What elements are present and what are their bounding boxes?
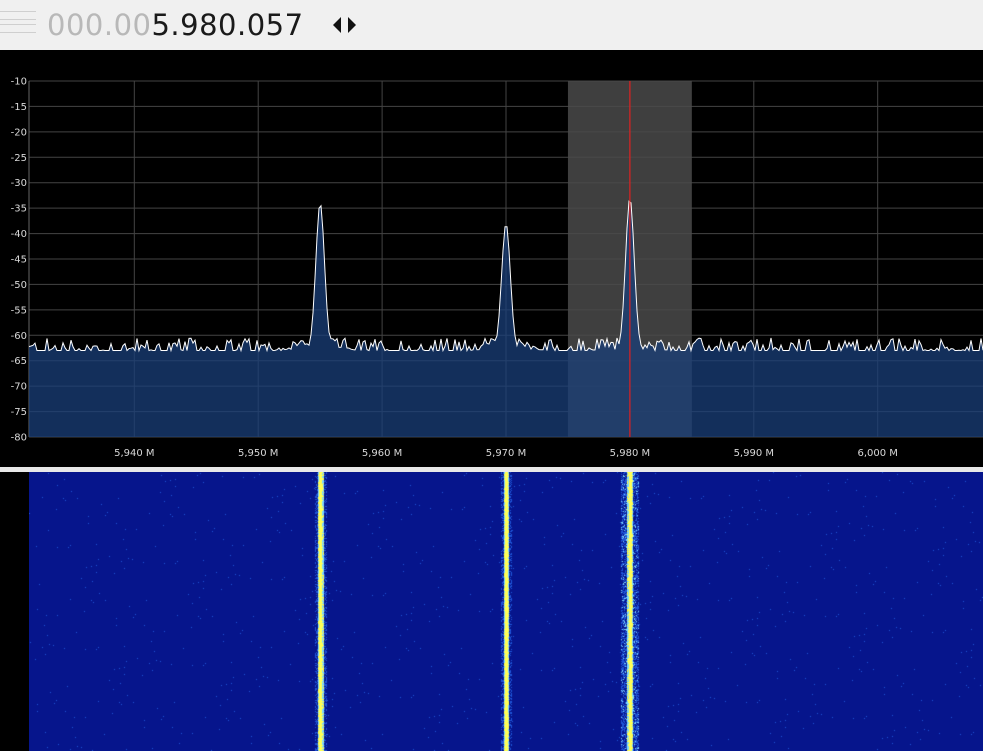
y-tick-label: -70: [11, 382, 27, 393]
y-tick-label: -30: [11, 178, 27, 189]
x-axis-labels: 5,940 M 5,950 M 5,960 M 5,970 M 5,980 M 5,990…: [114, 448, 898, 459]
y-tick-label: -15: [11, 102, 27, 113]
frequency-display[interactable]: 000.005.980.057: [47, 3, 304, 47]
x-tick-label: 5,940 M: [114, 448, 154, 459]
waterfall-panel[interactable]: [0, 472, 983, 751]
y-tick-label: -50: [11, 280, 27, 291]
x-tick-label: 5,950 M: [238, 448, 278, 459]
frequency-toolbar: 000.005.980.057: [0, 0, 983, 51]
drag-handle-icon[interactable]: [0, 11, 36, 37]
x-tick-label: 5,970 M: [486, 448, 526, 459]
y-tick-label: -65: [11, 356, 27, 367]
y-axis-labels: -10 -15 -20 -25 -30 -35 -40 -45 -50 -55 -60 -65 -70 -…: [11, 77, 27, 444]
y-tick-label: -40: [11, 229, 27, 240]
y-tick-label: -55: [11, 305, 27, 316]
y-tick-label: -35: [11, 204, 27, 215]
y-tick-label: -20: [11, 127, 27, 138]
tune-arrows-icon[interactable]: [330, 13, 360, 37]
y-tick-label: -80: [11, 433, 27, 444]
frequency-leading-digits[interactable]: 000.00: [47, 8, 151, 42]
spectrum-fill: [29, 201, 983, 437]
x-tick-label: 5,960 M: [362, 448, 402, 459]
tune-left-arrow-icon[interactable]: [333, 17, 341, 33]
x-tick-label: 6,000 M: [857, 448, 897, 459]
x-tick-label: 5,980 M: [610, 448, 650, 459]
frequency-active-digits[interactable]: 5.980.057: [151, 8, 303, 42]
y-tick-label: -75: [11, 407, 27, 418]
x-tick-label: 5,990 M: [734, 448, 774, 459]
spectrum-plot[interactable]: -10 -15 -20 -25 -30 -35 -40 -45 -50 -55 -60 -65 -70 -…: [0, 50, 983, 467]
spectrum-panel[interactable]: -10 -15 -20 -25 -30 -35 -40 -45 -50 -55 -60 -65 -70 -…: [0, 50, 983, 467]
y-tick-label: -60: [11, 331, 27, 342]
y-tick-label: -25: [11, 153, 27, 164]
y-tick-label: -10: [11, 77, 27, 88]
y-tick-label: -45: [11, 255, 27, 266]
waterfall-display[interactable]: [29, 472, 983, 751]
tune-right-arrow-icon[interactable]: [348, 17, 356, 33]
